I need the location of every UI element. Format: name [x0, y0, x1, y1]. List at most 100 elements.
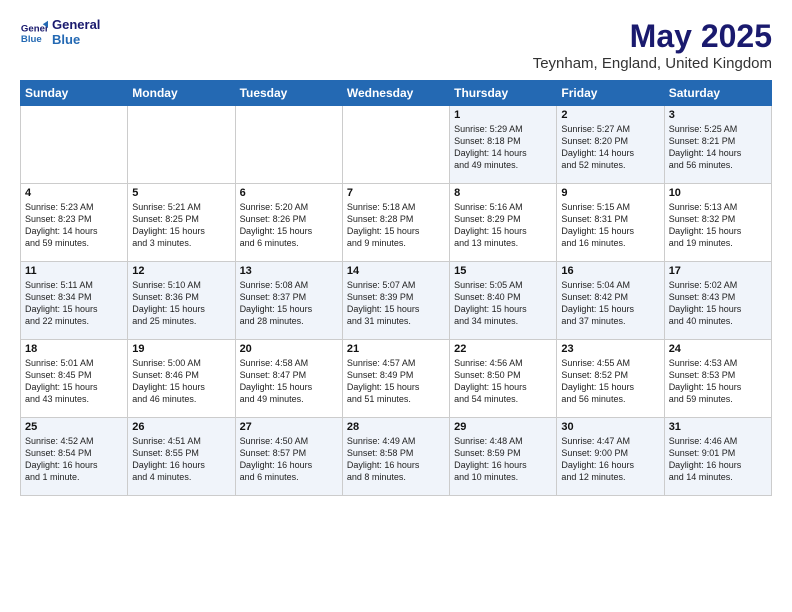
day-cell: 5 Sunrise: 5:21 AM Sunset: 8:25 PM Daylig… [128, 184, 235, 262]
logo-line2: Blue [52, 33, 100, 48]
day-cell: 11Sunrise: 5:11 AM Sunset: 8:34 PM Dayli… [21, 262, 128, 340]
calendar-body: 1 Sunrise: 5:29 AM Sunset: 8:18 PM Daylig… [21, 106, 772, 496]
day-info: Sunrise: 4:53 AM Sunset: 8:53 PM Dayligh… [669, 357, 767, 406]
day-cell: 6 Sunrise: 5:20 AM Sunset: 8:26 PM Daylig… [235, 184, 342, 262]
day-cell: 22 Sunrise: 4:56 AM Sunset: 8:50 PM Dayli… [450, 340, 557, 418]
day-number: 27 [240, 421, 338, 433]
day-cell [235, 106, 342, 184]
day-number: 30 [561, 421, 659, 433]
day-number: 31 [669, 421, 767, 433]
day-info: Sunrise: 4:49 AM Sunset: 8:58 PM Dayligh… [347, 435, 445, 484]
header-cell-saturday: Saturday [664, 81, 771, 106]
day-cell: 1 Sunrise: 5:29 AM Sunset: 8:18 PM Daylig… [450, 106, 557, 184]
day-cell [21, 106, 128, 184]
day-number: 9 [561, 187, 659, 199]
day-cell: 3 Sunrise: 5:25 AM Sunset: 8:21 PM Daylig… [664, 106, 771, 184]
day-cell: 23Sunrise: 4:55 AM Sunset: 8:52 PM Dayli… [557, 340, 664, 418]
day-number: 25 [25, 421, 123, 433]
day-number: 3 [669, 109, 767, 121]
day-number: 15 [454, 265, 552, 277]
day-info: Sunrise: 5:16 AM Sunset: 8:29 PM Dayligh… [454, 201, 552, 250]
day-cell [128, 106, 235, 184]
day-info: Sunrise: 4:46 AM Sunset: 9:01 PM Dayligh… [669, 435, 767, 484]
day-number: 22 [454, 343, 552, 355]
day-number: 2 [561, 109, 659, 121]
day-number: 28 [347, 421, 445, 433]
day-cell: 24 Sunrise: 4:53 AM Sunset: 8:53 PM Dayli… [664, 340, 771, 418]
day-cell: 15 Sunrise: 5:05 AM Sunset: 8:40 PM Dayli… [450, 262, 557, 340]
calendar-header: SundayMondayTuesdayWednesdayThursdayFrid… [21, 81, 772, 106]
logo-icon: General Blue [20, 19, 48, 47]
day-cell: 7Sunrise: 5:18 AM Sunset: 8:28 PM Daylig… [342, 184, 449, 262]
day-cell: 21Sunrise: 4:57 AM Sunset: 8:49 PM Dayli… [342, 340, 449, 418]
day-number: 8 [454, 187, 552, 199]
day-info: Sunrise: 4:57 AM Sunset: 8:49 PM Dayligh… [347, 357, 445, 406]
day-cell: 26Sunrise: 4:51 AM Sunset: 8:55 PM Dayli… [128, 418, 235, 496]
subtitle: Teynham, England, United Kingdom [533, 55, 772, 72]
day-number: 4 [25, 187, 123, 199]
header-cell-tuesday: Tuesday [235, 81, 342, 106]
calendar-table: SundayMondayTuesdayWednesdayThursdayFrid… [20, 80, 772, 496]
day-number: 6 [240, 187, 338, 199]
day-number: 5 [132, 187, 230, 199]
week-row-3: 11Sunrise: 5:11 AM Sunset: 8:34 PM Dayli… [21, 262, 772, 340]
day-info: Sunrise: 5:05 AM Sunset: 8:40 PM Dayligh… [454, 279, 552, 328]
header-cell-sunday: Sunday [21, 81, 128, 106]
page: General Blue General Blue May 2025 Teynh… [0, 0, 792, 612]
day-info: Sunrise: 4:55 AM Sunset: 8:52 PM Dayligh… [561, 357, 659, 406]
day-number: 7 [347, 187, 445, 199]
day-cell: 8 Sunrise: 5:16 AM Sunset: 8:29 PM Daylig… [450, 184, 557, 262]
week-row-4: 18Sunrise: 5:01 AM Sunset: 8:45 PM Dayli… [21, 340, 772, 418]
logo-line1: General [52, 18, 100, 33]
day-info: Sunrise: 5:21 AM Sunset: 8:25 PM Dayligh… [132, 201, 230, 250]
week-row-2: 4Sunrise: 5:23 AM Sunset: 8:23 PM Daylig… [21, 184, 772, 262]
day-cell: 19 Sunrise: 5:00 AM Sunset: 8:46 PM Dayli… [128, 340, 235, 418]
title-block: May 2025 Teynham, England, United Kingdo… [533, 18, 772, 72]
day-number: 13 [240, 265, 338, 277]
day-info: Sunrise: 5:00 AM Sunset: 8:46 PM Dayligh… [132, 357, 230, 406]
header-cell-monday: Monday [128, 81, 235, 106]
day-cell: 25Sunrise: 4:52 AM Sunset: 8:54 PM Dayli… [21, 418, 128, 496]
day-number: 24 [669, 343, 767, 355]
day-cell: 10 Sunrise: 5:13 AM Sunset: 8:32 PM Dayli… [664, 184, 771, 262]
day-info: Sunrise: 5:04 AM Sunset: 8:42 PM Dayligh… [561, 279, 659, 328]
day-number: 19 [132, 343, 230, 355]
week-row-5: 25Sunrise: 4:52 AM Sunset: 8:54 PM Dayli… [21, 418, 772, 496]
day-cell: 20Sunrise: 4:58 AM Sunset: 8:47 PM Dayli… [235, 340, 342, 418]
day-number: 29 [454, 421, 552, 433]
day-info: Sunrise: 5:02 AM Sunset: 8:43 PM Dayligh… [669, 279, 767, 328]
day-number: 10 [669, 187, 767, 199]
day-info: Sunrise: 5:20 AM Sunset: 8:26 PM Dayligh… [240, 201, 338, 250]
week-row-1: 1 Sunrise: 5:29 AM Sunset: 8:18 PM Daylig… [21, 106, 772, 184]
day-cell: 31 Sunrise: 4:46 AM Sunset: 9:01 PM Dayli… [664, 418, 771, 496]
day-info: Sunrise: 4:56 AM Sunset: 8:50 PM Dayligh… [454, 357, 552, 406]
day-info: Sunrise: 4:51 AM Sunset: 8:55 PM Dayligh… [132, 435, 230, 484]
day-info: Sunrise: 4:58 AM Sunset: 8:47 PM Dayligh… [240, 357, 338, 406]
day-cell [342, 106, 449, 184]
svg-text:Blue: Blue [21, 34, 42, 45]
day-cell: 18Sunrise: 5:01 AM Sunset: 8:45 PM Dayli… [21, 340, 128, 418]
header-row: SundayMondayTuesdayWednesdayThursdayFrid… [21, 81, 772, 106]
day-info: Sunrise: 4:48 AM Sunset: 8:59 PM Dayligh… [454, 435, 552, 484]
logo: General Blue General Blue [20, 18, 100, 48]
day-info: Sunrise: 5:25 AM Sunset: 8:21 PM Dayligh… [669, 123, 767, 172]
day-info: Sunrise: 5:13 AM Sunset: 8:32 PM Dayligh… [669, 201, 767, 250]
day-info: Sunrise: 5:10 AM Sunset: 8:36 PM Dayligh… [132, 279, 230, 328]
day-number: 17 [669, 265, 767, 277]
header-cell-friday: Friday [557, 81, 664, 106]
day-cell: 4Sunrise: 5:23 AM Sunset: 8:23 PM Daylig… [21, 184, 128, 262]
day-cell: 12Sunrise: 5:10 AM Sunset: 8:36 PM Dayli… [128, 262, 235, 340]
day-info: Sunrise: 4:47 AM Sunset: 9:00 PM Dayligh… [561, 435, 659, 484]
day-info: Sunrise: 4:50 AM Sunset: 8:57 PM Dayligh… [240, 435, 338, 484]
day-cell: 13Sunrise: 5:08 AM Sunset: 8:37 PM Dayli… [235, 262, 342, 340]
header-cell-thursday: Thursday [450, 81, 557, 106]
day-cell: 9Sunrise: 5:15 AM Sunset: 8:31 PM Daylig… [557, 184, 664, 262]
day-cell: 29 Sunrise: 4:48 AM Sunset: 8:59 PM Dayli… [450, 418, 557, 496]
day-number: 16 [561, 265, 659, 277]
day-cell: 30 Sunrise: 4:47 AM Sunset: 9:00 PM Dayli… [557, 418, 664, 496]
day-info: Sunrise: 5:29 AM Sunset: 8:18 PM Dayligh… [454, 123, 552, 172]
header: General Blue General Blue May 2025 Teynh… [20, 18, 772, 72]
day-cell: 2Sunrise: 5:27 AM Sunset: 8:20 PM Daylig… [557, 106, 664, 184]
main-title: May 2025 [533, 18, 772, 55]
day-number: 1 [454, 109, 552, 121]
